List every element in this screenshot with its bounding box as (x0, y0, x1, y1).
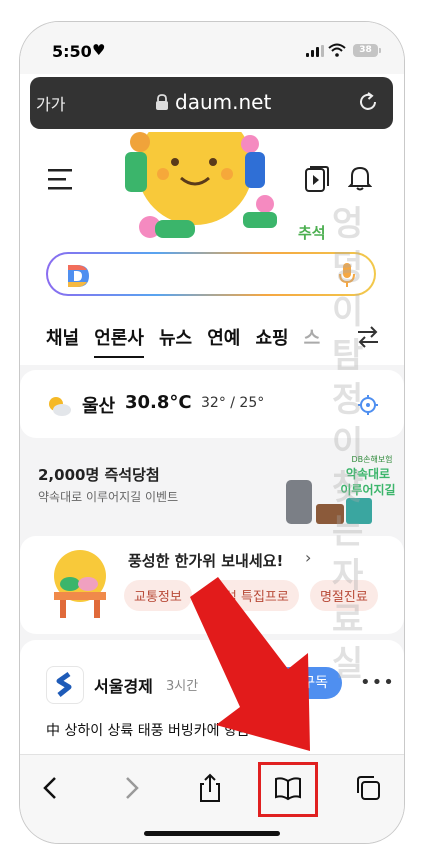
bookmarks-highlight-box (258, 762, 318, 817)
back-icon[interactable] (36, 773, 66, 803)
status-bar: 5:50 ♥ 38 (20, 22, 404, 74)
status-time: 5:50 (52, 42, 92, 61)
weather-city: 울산 (82, 396, 116, 417)
lock-icon (156, 94, 168, 110)
media-icon[interactable] (305, 166, 329, 192)
safari-toolbar (20, 754, 404, 843)
reload-icon[interactable] (357, 91, 379, 113)
category-tabs: 채널 언론사 뉴스 연예 쇼핑 스 (46, 324, 330, 358)
search-input[interactable] (46, 252, 376, 296)
publisher-name[interactable]: 서울경제 (94, 673, 153, 697)
weather-range: 32° / 25° (201, 395, 265, 411)
forward-icon[interactable] (116, 773, 146, 803)
url-domain[interactable]: daum.net (175, 90, 271, 114)
tab-press[interactable]: 언론사 (94, 324, 144, 358)
sedaily-logo-icon (56, 671, 72, 697)
tab-shopping[interactable]: 쇼핑 (255, 324, 288, 350)
menu-icon[interactable] (48, 168, 74, 190)
ad-subtitle: 약속대로 이루어지길 이벤트 (38, 490, 179, 504)
weather-temperature: 30.8°C (125, 392, 192, 413)
tab-partial[interactable]: 스 (304, 324, 321, 350)
wifi-icon (328, 43, 346, 57)
red-arrow-annotation (190, 577, 310, 751)
chuseok-doodle-illustration[interactable] (95, 132, 295, 262)
share-icon[interactable] (195, 773, 225, 803)
text-size-button[interactable]: 가가 (36, 91, 65, 115)
signal-icon (306, 45, 324, 57)
ad-title: 2,000명 즉석당첨 (38, 466, 160, 484)
chevron-right-icon: › (305, 548, 312, 567)
partly-cloudy-icon (49, 397, 71, 416)
address-bar[interactable]: 가가 daum.net (30, 77, 393, 129)
tab-entertainment[interactable]: 연예 (207, 324, 240, 350)
daum-logo-icon (68, 265, 89, 287)
tab-channel[interactable]: 채널 (46, 324, 79, 350)
tab-news[interactable]: 뉴스 (159, 324, 192, 350)
holiday-title: 풍성한 한가위 보내세요! (128, 552, 284, 570)
tabs-icon[interactable] (353, 773, 383, 803)
watermark: 엉덩이탐정이찾는자료실 (332, 204, 364, 684)
chuseok-label: 추석 (298, 224, 326, 242)
bell-icon[interactable] (348, 165, 372, 191)
holiday-illustration (54, 550, 106, 618)
heart-icon: ♥ (92, 41, 106, 59)
publisher-logo (46, 666, 84, 704)
phone-frame: 5:50 ♥ 38 가가 daum.net 추석 채널 언론사 뉴스 연예 쇼핑… (19, 21, 405, 844)
battery-icon: 38 (353, 44, 381, 57)
home-indicator (144, 831, 280, 836)
